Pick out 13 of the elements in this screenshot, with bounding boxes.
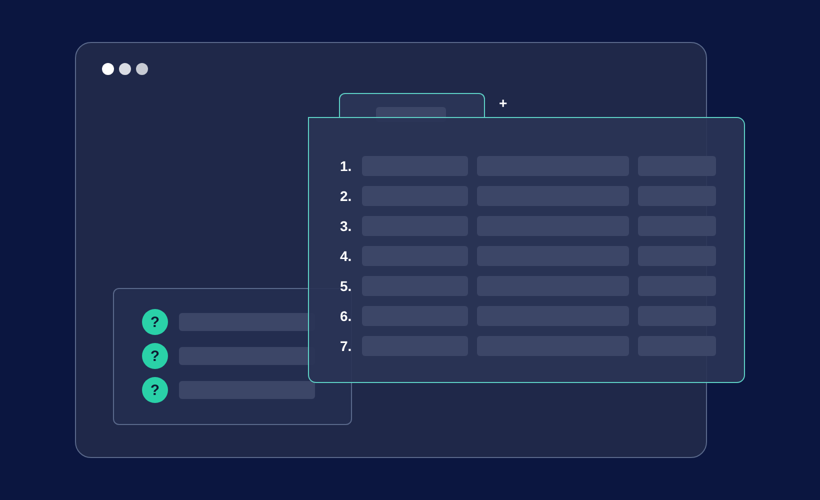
- add-tab-button[interactable]: +: [496, 95, 510, 111]
- help-icon: ?: [142, 309, 168, 335]
- row-number: 3.: [340, 218, 353, 234]
- row-number: 2.: [340, 188, 353, 204]
- row-number: 4.: [340, 248, 353, 264]
- row-number: 1.: [340, 158, 353, 174]
- help-icon: ?: [142, 377, 168, 403]
- row-number: 7.: [340, 338, 353, 354]
- row-number: 6.: [340, 308, 353, 324]
- window-dots-icon: [102, 63, 148, 75]
- row-number: 5.: [340, 278, 353, 294]
- tab[interactable]: [339, 93, 485, 118]
- help-icon: ?: [142, 343, 168, 369]
